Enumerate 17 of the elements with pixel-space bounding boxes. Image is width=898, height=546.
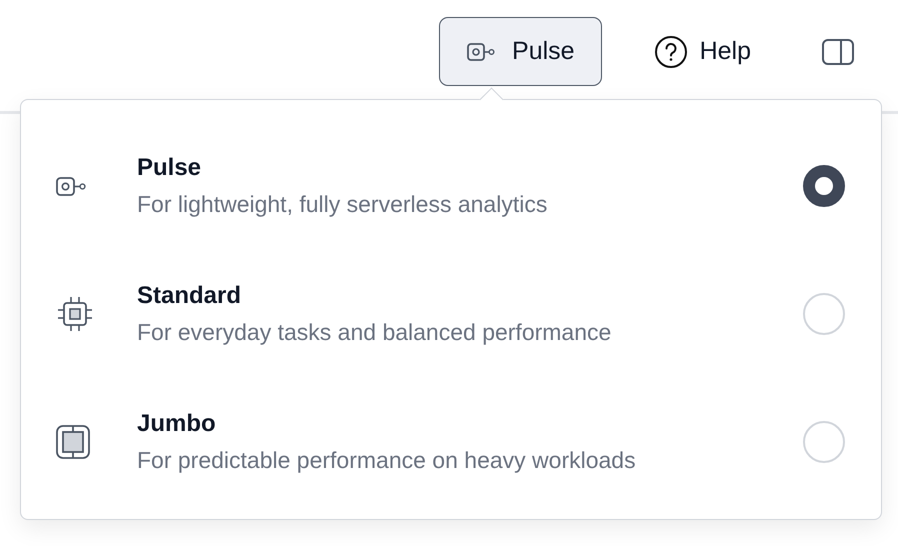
radio-button[interactable] (803, 165, 845, 207)
option-title: Jumbo (137, 410, 217, 438)
option-description: For predictable performance on heavy workloads (137, 447, 637, 474)
chip-icon (55, 294, 95, 334)
option-description: For lightweight, fully serverless analytics (137, 191, 548, 218)
help-button[interactable]: Help (654, 34, 751, 68)
option-title: Standard (137, 282, 242, 310)
pulse-icon (466, 42, 496, 62)
option-title: Pulse (137, 154, 202, 182)
plan-option[interactable]: Pulse For lightweight, fully serverless analytics (51, 122, 845, 250)
plan-button[interactable]: Pulse (439, 17, 602, 86)
square-block-icon (55, 424, 91, 460)
option-description: For everyday tasks and balanced performance (137, 319, 612, 346)
plan-option[interactable]: Standard For everyday tasks and balanced performance (51, 250, 845, 378)
plan-option[interactable]: Jumbo For predictable performance on heavy workloads (51, 378, 845, 506)
help-icon (654, 34, 688, 68)
sidebar-toggle-icon[interactable] (821, 38, 855, 66)
